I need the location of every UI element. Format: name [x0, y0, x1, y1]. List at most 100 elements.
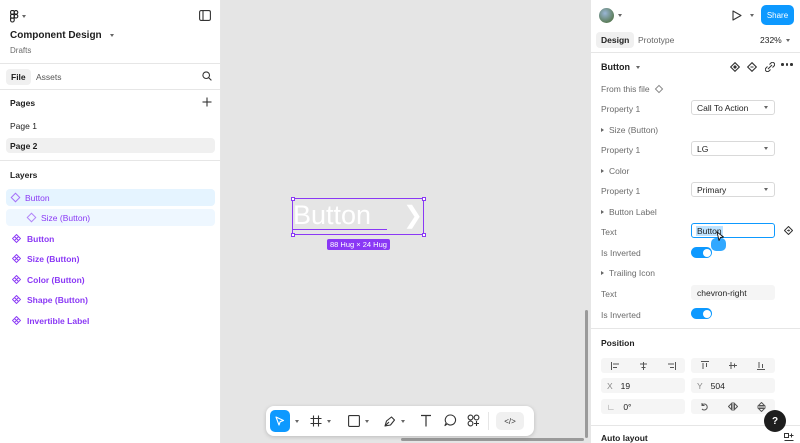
dev-mode-toggle[interactable]: </> — [496, 412, 524, 430]
component-icon — [12, 295, 21, 304]
actions-tool-button[interactable] — [467, 414, 480, 427]
text-tool-button[interactable] — [420, 414, 432, 427]
layer-item[interactable]: Invertible Label — [6, 312, 215, 329]
select-value: Primary — [697, 184, 727, 195]
section-label: Size (Button) — [609, 125, 659, 135]
rotation-input[interactable]: ∟ 0° — [601, 399, 685, 414]
tab-design[interactable]: Design — [596, 32, 635, 48]
layer-label: Color (Button) — [27, 274, 85, 285]
align-right-icon[interactable] — [667, 361, 676, 370]
vertical-scrollbar[interactable] — [585, 310, 588, 438]
file-title: Component Design — [10, 30, 102, 41]
chevron-down-icon[interactable] — [750, 14, 754, 17]
file-title-button[interactable]: Component Design — [10, 30, 114, 41]
page-item-2[interactable]: Page 2 — [6, 138, 215, 153]
main-menu-button[interactable] — [10, 10, 26, 23]
align-vertical-center-icon[interactable] — [729, 361, 737, 370]
x-position-input[interactable]: X 19 — [601, 378, 685, 393]
color-select[interactable]: Primary — [691, 182, 775, 197]
layer-item-selected[interactable]: Button — [6, 189, 215, 206]
align-bottom-icon[interactable] — [757, 361, 765, 370]
page-label: Page 1 — [10, 120, 37, 131]
left-panel: Component Design Drafts File Assets Page… — [0, 0, 221, 443]
chevron-down-icon[interactable] — [401, 420, 405, 423]
size-badge: 88 Hug × 24 Hug — [327, 239, 390, 250]
layer-item[interactable]: Shape (Button) — [6, 291, 215, 308]
chevron-down-icon[interactable] — [618, 14, 622, 17]
tab-prototype[interactable]: Prototype — [633, 32, 679, 48]
apply-variable-button[interactable] — [784, 226, 793, 235]
component-icon — [12, 275, 21, 284]
canvas[interactable]: Button ❯ 88 Hug × 24 Hug </> — [221, 0, 590, 443]
shape-tool-button[interactable] — [348, 415, 360, 427]
pen-tool-button[interactable] — [383, 415, 396, 428]
avatar[interactable] — [599, 8, 614, 23]
layer-item-child[interactable]: Size (Button) — [6, 209, 215, 226]
tab-assets[interactable]: Assets — [31, 69, 67, 85]
add-page-button[interactable] — [202, 97, 212, 107]
select-value: LG — [697, 143, 709, 154]
align-left-icon[interactable] — [610, 361, 620, 370]
flip-vertical-icon[interactable] — [756, 401, 766, 412]
nested-instance-label[interactable]: Button Label — [601, 207, 657, 217]
layer-item[interactable]: Button — [6, 230, 215, 247]
right-panel: Share Design Prototype 232% Button From … — [590, 0, 800, 443]
frame-icon — [310, 415, 322, 427]
toggle-sidebar-button[interactable] — [199, 10, 211, 21]
zoom-level: 232% — [760, 35, 782, 45]
selected-button-instance[interactable]: Button ❯ — [290, 196, 426, 237]
component-icon — [12, 234, 21, 243]
chevron-down-icon[interactable] — [295, 420, 299, 423]
swap-instance-button[interactable] — [747, 62, 757, 72]
layer-label: Size (Button) — [27, 253, 80, 264]
x-label: X — [607, 380, 613, 391]
icon-text-input[interactable]: chevron-right — [691, 285, 775, 300]
nested-instance-color[interactable]: Color — [601, 166, 629, 176]
frame-tool-button[interactable] — [310, 415, 322, 427]
property-label: Property 1 — [601, 145, 641, 155]
text-baseline — [293, 229, 387, 230]
layers-heading: Layers — [10, 170, 38, 180]
move-tool-button[interactable] — [270, 410, 290, 432]
page-item-1[interactable]: Page 1 — [6, 118, 215, 133]
figma-logo-icon — [10, 10, 19, 23]
size-select[interactable]: LG — [691, 141, 775, 156]
go-to-main-component-button[interactable] — [730, 62, 740, 72]
position-heading: Position — [601, 338, 635, 348]
share-button[interactable]: Share — [761, 5, 794, 25]
resize-handle[interactable] — [290, 232, 295, 237]
instance-swap-menu[interactable]: Button — [601, 62, 640, 72]
nested-instance-trailing-icon[interactable]: Trailing Icon — [601, 268, 655, 278]
search-button[interactable] — [202, 71, 212, 81]
is-inverted-toggle[interactable] — [691, 247, 712, 258]
property1-select[interactable]: Call To Action — [691, 100, 775, 115]
more-options-button[interactable] — [781, 63, 793, 66]
property-label: Is Inverted — [601, 310, 641, 320]
flip-horizontal-icon[interactable] — [727, 402, 738, 411]
present-button[interactable] — [732, 10, 742, 21]
add-auto-layout-button[interactable] — [784, 433, 794, 443]
y-position-input[interactable]: Y 504 — [691, 378, 775, 393]
tab-file[interactable]: File — [6, 69, 31, 85]
resize-handle[interactable] — [421, 232, 426, 237]
icon-inverted-toggle[interactable] — [691, 308, 712, 319]
help-button[interactable]: ? — [764, 410, 786, 432]
layer-label: Invertible Label — [27, 315, 90, 326]
reset-instance-button[interactable] — [765, 62, 775, 72]
comment-tool-button[interactable] — [444, 414, 457, 427]
rotate-icon[interactable] — [700, 402, 709, 412]
align-top-icon[interactable] — [701, 361, 709, 370]
instance-icon — [10, 192, 21, 203]
align-horizontal-center-icon[interactable] — [639, 361, 648, 370]
text-property-input[interactable]: Button — [691, 223, 775, 238]
zoom-menu[interactable]: 232% — [760, 35, 790, 45]
search-icon — [202, 71, 212, 81]
layer-item[interactable]: Size (Button) — [6, 250, 215, 267]
layer-item[interactable]: Color (Button) — [6, 271, 215, 288]
chevron-down-icon[interactable] — [365, 420, 369, 423]
file-location: Drafts — [10, 46, 32, 55]
chevron-down-icon[interactable] — [327, 420, 331, 423]
horizontal-scrollbar[interactable] — [401, 438, 584, 441]
chevron-down-icon — [764, 106, 768, 109]
nested-instance-size[interactable]: Size (Button) — [601, 125, 658, 135]
